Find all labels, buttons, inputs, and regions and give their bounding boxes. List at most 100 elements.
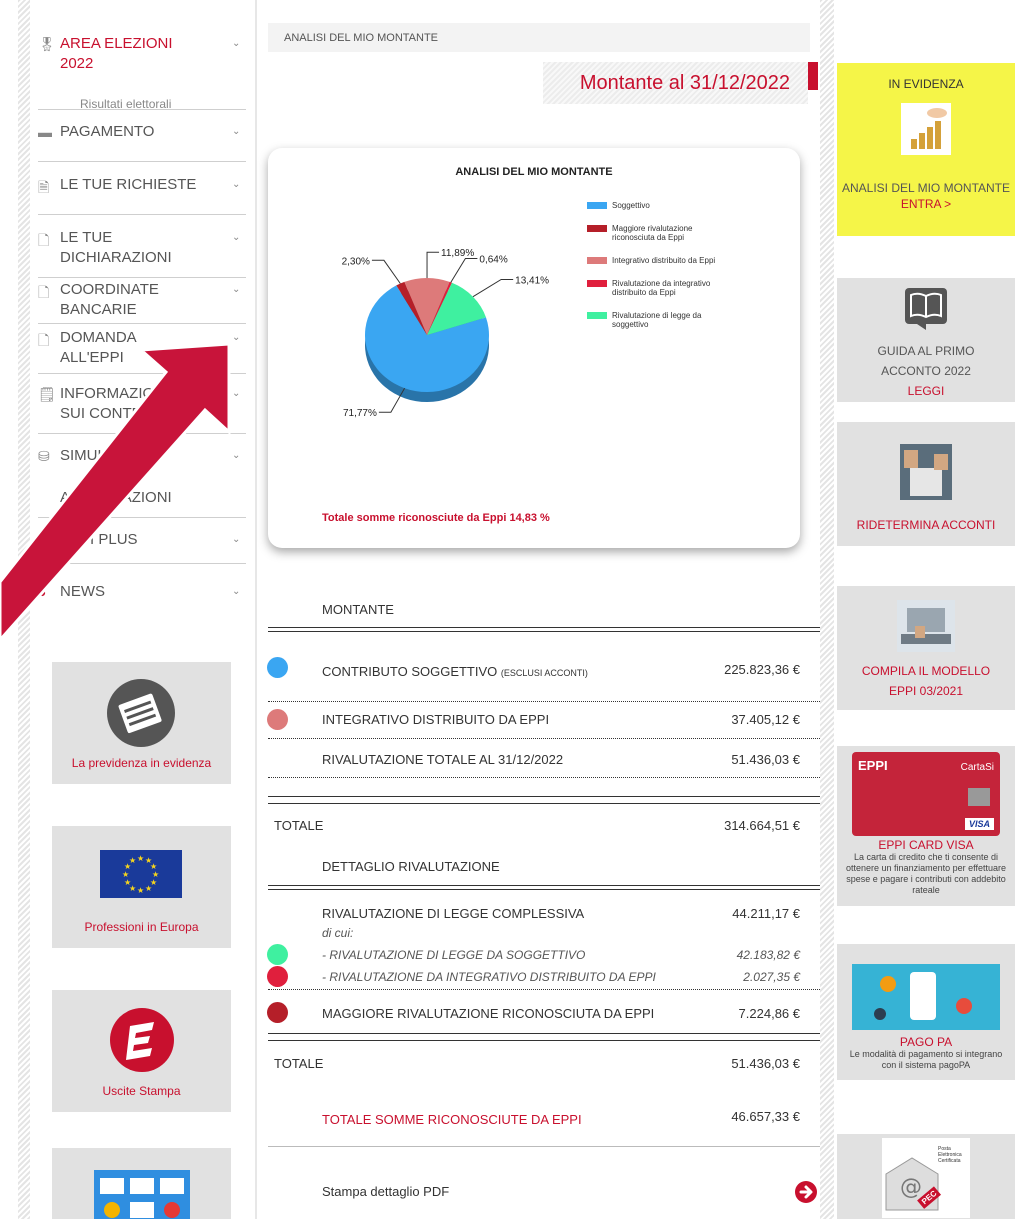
- stampa-pdf-link[interactable]: Stampa dettaglio PDF: [322, 1184, 449, 1199]
- da-integrativo-label: - RIVALUTAZIONE DA INTEGRATIVO DISTRIBUI…: [322, 970, 656, 984]
- chevron-down-icon: ⌄: [232, 179, 241, 190]
- contributo-value: 225.823,36 €: [724, 662, 800, 677]
- rivalutazione-legge-value: 44.211,17 €: [732, 906, 800, 921]
- title-bar: Montante al 31/12/2022: [543, 62, 808, 104]
- divider: [268, 738, 820, 739]
- credit-card-icon: ▬: [38, 124, 52, 140]
- promo-dashboard[interactable]: [52, 1148, 231, 1219]
- pec-text: Posta Elettronica Certificata: [938, 1146, 962, 1164]
- coins-icon: ⛁: [38, 448, 50, 464]
- legend-swatch: [587, 312, 607, 319]
- sidebar-item-label: EPPI PLUS: [60, 531, 138, 548]
- pie-label-leader: [426, 251, 440, 278]
- pagopa-image-icon: [852, 964, 1000, 1030]
- promo-previdenza[interactable]: La previdenza in evidenza: [52, 662, 231, 784]
- sidebar-item-simulazioni[interactable]: ⛁ SIMULAZIONI ⌄: [38, 446, 246, 476]
- pie-chart: 71,77% 2,30% 11,89% 0,64% 13,41% Soggettivo M…: [342, 201, 716, 419]
- contributo-text: CONTRIBUTO SOGGETTIVO: [322, 664, 498, 679]
- maggiore-bullet: [267, 1002, 288, 1023]
- sidebar-item-agevolazioni[interactable]: AGEVOLAZIONI: [38, 488, 246, 518]
- legend-label: Integrativo distribuito da Eppi: [612, 256, 715, 265]
- divider: [268, 796, 820, 804]
- da-soggettivo-value: 42.183,82 €: [736, 948, 800, 962]
- column-divider: [255, 0, 257, 1219]
- pie-label-leader: [371, 259, 401, 284]
- card-box[interactable]: EPPI CartaSi VISA EPPI CARD VISA La cart…: [837, 746, 1015, 906]
- divider: [268, 701, 820, 702]
- totale-somme-value: 46.657,33 €: [731, 1109, 800, 1124]
- sidebar-item-label: PAGAMENTO: [60, 123, 155, 140]
- arrow-right-circle-icon[interactable]: [794, 1180, 818, 1204]
- chat-icon: ●: [38, 584, 47, 600]
- sidebar-item-area-elezioni[interactable]: 🎖 AREA ELEZIONI 2022 ⌄ Risultati elettor…: [38, 34, 246, 111]
- legend-label: Soggettivo: [612, 201, 650, 210]
- pie-data-label: 0,64%: [479, 255, 507, 266]
- integrativo-value: 37.405,12 €: [731, 712, 800, 727]
- chart-total-label: Totale somme riconosciute da Eppi 14,83 …: [322, 512, 550, 524]
- pie-data-label: 11,89%: [441, 248, 474, 259]
- montante-header: MONTANTE: [322, 602, 394, 617]
- rivalutazione-value: 51.436,03 €: [731, 752, 800, 767]
- contributo-note: (ESCLUSI ACCONTI): [500, 668, 588, 678]
- sidebar-item-informazioni[interactable]: 🗒 INFORMAZIONI SUI CONTRIBUTI ⌄: [38, 384, 246, 434]
- pie-data-label: 13,41%: [515, 275, 549, 286]
- guida-label-line1: GUIDA AL PRIMO: [877, 344, 975, 358]
- svg-text:★: ★: [137, 886, 144, 895]
- sidebar-subitem-risultati[interactable]: Risultati elettorali: [80, 97, 171, 111]
- promo-uscite-stampa[interactable]: Uscite Stampa: [52, 990, 231, 1112]
- legend-swatch: [587, 225, 607, 232]
- chart-card: ANALISI DEL MIO MONTANTE 71,77% 2,30% 11,8…: [268, 148, 800, 548]
- newspaper-icon: [107, 679, 175, 747]
- pagopa-description: Le modalità di pagamento si integrano co…: [849, 1049, 1003, 1070]
- svg-text:★: ★: [129, 856, 136, 865]
- sidebar-item-eppi-plus[interactable]: EPPI PLUS ⌄: [38, 530, 246, 564]
- svg-text:★: ★: [124, 878, 131, 887]
- pagopa-box[interactable]: PAGO PA Le modalità di pagamento si inte…: [837, 944, 1015, 1080]
- sidebar-item-label: AGEVOLAZIONI: [60, 489, 172, 506]
- svg-text:★: ★: [145, 884, 152, 893]
- ridetermina-label: RIDETERMINA ACCONTI: [856, 518, 996, 532]
- sidebar-item-domanda[interactable]: 🗋 DOMANDA ALL'EPPI ⌄: [38, 328, 246, 374]
- sidebar-item-richieste[interactable]: 🗎 LE TUE RICHIESTE ⌄: [38, 175, 246, 215]
- promo-label: Uscite Stampa: [102, 1084, 181, 1098]
- ridetermina-box[interactable]: RIDETERMINA ACCONTI: [837, 422, 1015, 546]
- totale-montante-label: TOTALE: [274, 818, 324, 833]
- chevron-down-icon: ⌄: [232, 388, 241, 399]
- sidebar-item-label: LE TUE DICHIARAZIONI: [60, 229, 172, 266]
- maggiore-label: MAGGIORE RIVALUTAZIONE RICONOSCIUTA DA E…: [322, 1006, 655, 1021]
- legend-label: Maggiore rivalutazione: [612, 224, 693, 233]
- entra-link[interactable]: ENTRA >: [837, 198, 1015, 210]
- card-description: La carta di credito che ti consente di o…: [846, 852, 1006, 895]
- credit-card-image: EPPI CartaSi VISA: [852, 752, 1000, 836]
- pagopa-label: PAGO PA: [899, 1035, 953, 1049]
- totale-rivalutazione-label: TOTALE: [274, 1056, 324, 1071]
- promo-label: Professioni in Europa: [84, 920, 199, 934]
- svg-text:★: ★: [122, 870, 129, 879]
- sidebar-item-coordinate[interactable]: 🗋 COORDINATE BANCARIE ⌄: [38, 280, 246, 324]
- integrativo-label: INTEGRATIVO DISTRIBUITO DA EPPI: [322, 712, 550, 727]
- promo-europa[interactable]: ★ ★ ★ ★ ★ ★ ★ ★ ★ ★ ★ ★ Professioni in Europa: [52, 826, 231, 948]
- pie-data-label: 2,30%: [342, 256, 370, 267]
- divider: [268, 627, 820, 632]
- sidebar-item-dichiarazioni[interactable]: 🗋 LE TUE DICHIARAZIONI ⌄: [38, 228, 246, 278]
- chevron-down-icon: ⌄: [232, 586, 241, 597]
- pie-label-leader: [472, 278, 514, 298]
- note-icon: 🗒: [38, 386, 56, 402]
- document-icon: 🗎: [38, 179, 50, 195]
- legend-label: riconosciuta da Eppi: [612, 233, 684, 242]
- legend-swatch: [587, 280, 607, 287]
- calculator-hands-icon: [900, 444, 952, 500]
- guida-box[interactable]: GUIDA AL PRIMO ACCONTO 2022 LEGGI: [837, 278, 1015, 402]
- in-evidenza-box[interactable]: IN EVIDENZA ANALISI DEL MIO MONTANTE ENT…: [837, 63, 1015, 236]
- leggi-link[interactable]: LEGGI: [837, 381, 1015, 401]
- stampa-logo-icon: [110, 1008, 174, 1072]
- compila-box[interactable]: COMPILA IL MODELLO EPPI 03/2021: [837, 586, 1015, 710]
- sidebar-item-pagamento[interactable]: ▬ PAGAMENTO ⌄: [38, 122, 246, 162]
- pie-label-leader: [450, 258, 478, 283]
- laptop-hands-icon: [897, 600, 955, 652]
- sidebar-item-news[interactable]: ● NEWS ⌄: [38, 582, 246, 612]
- chevron-down-icon: ⌄: [232, 126, 241, 137]
- da-integrativo-value: 2.027,35 €: [743, 970, 800, 984]
- award-icon: 🎖: [38, 36, 56, 52]
- pec-box[interactable]: @ PEC Posta Elettronica Certificata: [837, 1134, 1015, 1219]
